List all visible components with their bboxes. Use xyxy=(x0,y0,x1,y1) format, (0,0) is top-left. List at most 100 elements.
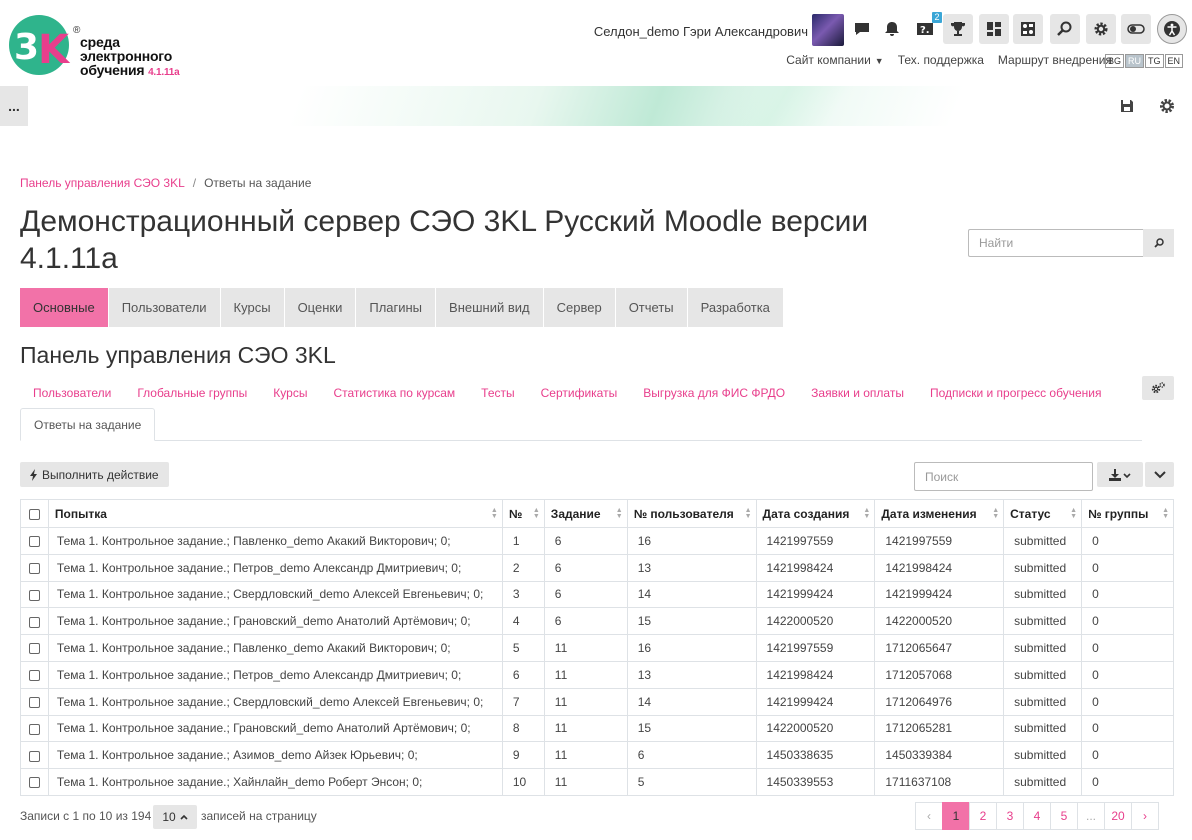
row-checkbox[interactable] xyxy=(20,768,49,796)
pagination: ‹ 1 2 3 4 5 ... 20 › xyxy=(915,802,1159,830)
dashboard-icon xyxy=(987,22,1001,36)
subtab-courses[interactable]: Курсы xyxy=(260,386,320,400)
users-button[interactable] xyxy=(1013,14,1043,44)
table-row: Тема 1. Контрольное задание.; Павленко_d… xyxy=(20,527,1174,555)
cell-status: submitted xyxy=(1003,553,1083,582)
drawer-toggle-button[interactable]: ... xyxy=(0,86,28,126)
search-input[interactable]: Найти xyxy=(968,229,1143,257)
route-link[interactable]: Маршрут внедрения xyxy=(998,53,1112,67)
cell-group: 0 xyxy=(1081,714,1174,743)
bolt-icon xyxy=(30,468,37,481)
row-checkbox[interactable] xyxy=(20,553,49,582)
execute-action-button[interactable]: Выполнить действие xyxy=(20,462,169,487)
save-icon[interactable] xyxy=(1118,97,1136,115)
tab-users[interactable]: Пользователи xyxy=(108,288,221,327)
subtab-certificates[interactable]: Сертификаты xyxy=(528,386,631,400)
user-name[interactable]: Селдон_demo Гэри Александрович xyxy=(594,24,808,39)
table-row: Тема 1. Контрольное задание.; Хайнлайн_d… xyxy=(20,768,1174,796)
table-header-row: Попытка ▲ ▼ № ▲ ▼ Задание ▲ ▼ № пользователя ▲ ▼… xyxy=(20,499,1174,528)
row-checkbox[interactable] xyxy=(20,607,49,636)
row-checkbox[interactable] xyxy=(20,714,49,743)
page-2[interactable]: 2 xyxy=(969,802,997,830)
page-5[interactable]: 5 xyxy=(1050,802,1078,830)
select-all-checkbox[interactable] xyxy=(20,499,49,528)
settings-menu-button[interactable] xyxy=(1142,376,1174,400)
support-link[interactable]: Тех. поддержка xyxy=(898,53,984,67)
tab-grades[interactable]: Оценки xyxy=(284,288,357,327)
breadcrumb-home[interactable]: Панель управления СЭО 3KL xyxy=(20,176,185,190)
accessibility-button[interactable] xyxy=(1157,14,1187,44)
page-prev[interactable]: ‹ xyxy=(915,802,943,830)
page-3[interactable]: 3 xyxy=(996,802,1024,830)
logo[interactable]: 3 K ® среда электронного обучения 4.1.11… xyxy=(8,12,188,78)
collapse-button[interactable] xyxy=(1145,462,1174,487)
tab-courses[interactable]: Курсы xyxy=(220,288,285,327)
settings-header-button[interactable] xyxy=(1086,14,1116,44)
page-4[interactable]: 4 xyxy=(1023,802,1051,830)
company-site-link[interactable]: Сайт компании ▼ xyxy=(786,53,883,67)
subtab-users[interactable]: Пользователи xyxy=(20,386,124,400)
sort-icon: ▲ ▼ xyxy=(992,507,1000,520)
cell-attempt: Тема 1. Контрольное задание.; Павленко_d… xyxy=(47,634,503,662)
row-checkbox[interactable] xyxy=(20,634,49,662)
breadcrumb: Панель управления СЭО 3KL / Ответы на за… xyxy=(20,176,311,190)
column-header-status[interactable]: Статус ▲ ▼ xyxy=(1003,499,1083,528)
row-checkbox[interactable] xyxy=(20,527,49,555)
tab-server[interactable]: Сервер xyxy=(543,288,616,327)
gear-icon[interactable] xyxy=(1158,97,1176,115)
row-checkbox[interactable] xyxy=(20,580,49,609)
cell-attempt: Тема 1. Контрольное задание.; Хайнлайн_d… xyxy=(47,768,503,796)
column-header-modified[interactable]: Дата изменения ▲ ▼ xyxy=(874,499,1005,528)
messages-button[interactable] xyxy=(847,14,877,44)
row-checkbox[interactable] xyxy=(20,660,49,689)
lang-ru[interactable]: RU xyxy=(1125,54,1145,68)
tab-appearance[interactable]: Внешний вид xyxy=(436,288,544,327)
row-checkbox[interactable] xyxy=(20,741,49,770)
column-header-created[interactable]: Дата создания ▲ ▼ xyxy=(755,499,876,528)
column-header-number[interactable]: № ▲ ▼ xyxy=(501,499,545,528)
theme-toggle-button[interactable] xyxy=(1121,14,1151,44)
subtab-course-stats[interactable]: Статистика по курсам xyxy=(320,386,468,400)
tab-basics[interactable]: Основные xyxy=(20,288,109,327)
achievements-button[interactable] xyxy=(943,14,973,44)
lang-bg[interactable]: BG xyxy=(1105,54,1125,68)
column-header-attempt[interactable]: Попытка ▲ ▼ xyxy=(47,499,503,528)
row-checkbox[interactable] xyxy=(20,687,49,716)
table-search-input[interactable]: Поиск xyxy=(914,462,1093,491)
cell-user-id: 6 xyxy=(626,741,757,770)
subtab-subscriptions[interactable]: Подписки и прогресс обучения xyxy=(917,386,1115,400)
column-header-user-id[interactable]: № пользователя ▲ ▼ xyxy=(626,499,757,528)
tab-reports[interactable]: Отчеты xyxy=(615,288,688,327)
page-1[interactable]: 1 xyxy=(942,802,970,830)
cell-modified: 1422000520 xyxy=(874,607,1005,636)
lang-tg[interactable]: TG xyxy=(1145,54,1164,68)
sort-icon: ▲ ▼ xyxy=(1070,507,1078,520)
tab-plugins[interactable]: Плагины xyxy=(356,288,437,327)
logo-3k-icon: 3 K xyxy=(9,15,71,75)
cell-modified: 1421997559 xyxy=(874,527,1005,555)
subtab-quizzes[interactable]: Тесты xyxy=(468,386,527,400)
dashboard-button[interactable] xyxy=(979,14,1009,44)
subtab-assignment-answers[interactable]: Ответы на задание xyxy=(20,408,156,441)
search-header-button[interactable] xyxy=(1050,14,1080,44)
search-submit-button[interactable] xyxy=(1143,229,1174,257)
avatar[interactable] xyxy=(812,14,844,46)
export-button[interactable] xyxy=(1097,462,1143,487)
cell-modified: 1711637108 xyxy=(874,768,1005,796)
cell-number: 9 xyxy=(501,741,545,770)
notifications-button[interactable] xyxy=(877,14,907,44)
subtab-orders[interactable]: Заявки и оплаты xyxy=(798,386,917,400)
tab-development[interactable]: Разработка xyxy=(687,288,784,327)
cell-group: 0 xyxy=(1081,768,1174,796)
subtab-fis-export[interactable]: Выгрузка для ФИС ФРДО xyxy=(630,386,798,400)
banner xyxy=(0,86,1192,126)
cell-group: 0 xyxy=(1081,527,1174,555)
help-button[interactable]: ?. 2 xyxy=(910,12,942,44)
subtab-global-groups[interactable]: Глобальные группы xyxy=(124,386,260,400)
lang-en[interactable]: EN xyxy=(1164,54,1184,68)
column-header-assignment[interactable]: Задание ▲ ▼ xyxy=(543,499,628,528)
per-page-select[interactable]: 10 xyxy=(153,805,197,829)
column-header-group[interactable]: № группы ▲ ▼ xyxy=(1081,499,1174,528)
page-next[interactable]: › xyxy=(1131,802,1159,830)
page-20[interactable]: 20 xyxy=(1104,802,1132,830)
